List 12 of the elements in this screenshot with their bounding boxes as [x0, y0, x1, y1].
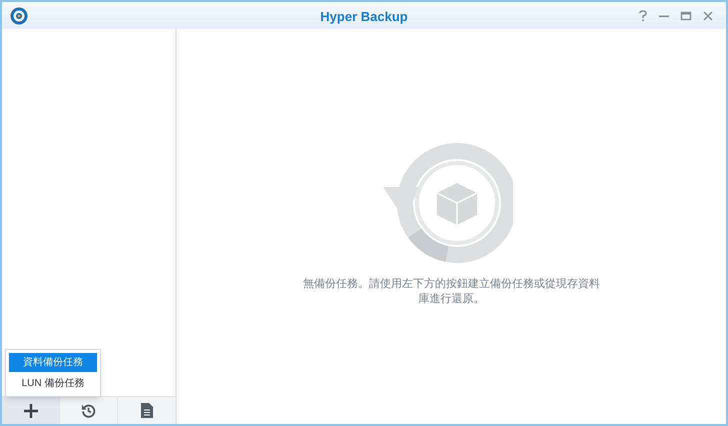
plus-icon — [24, 404, 38, 418]
add-button[interactable] — [2, 397, 60, 424]
menu-item[interactable]: LUN 備份任務 — [9, 374, 97, 393]
history-icon — [81, 403, 96, 418]
empty-state-message: 無備份任務。請使用左下方的按鈕建立備份任務或從現存資料庫進行還原。 — [302, 277, 601, 307]
menu-item[interactable]: 資料備份任務 — [9, 353, 97, 372]
document-icon — [140, 403, 152, 418]
close-icon[interactable] — [702, 10, 714, 22]
app-logo-icon — [10, 6, 28, 24]
maximize-icon[interactable] — [680, 10, 692, 22]
help-icon[interactable] — [638, 10, 648, 22]
window-title: Hyper Backup — [320, 8, 408, 26]
